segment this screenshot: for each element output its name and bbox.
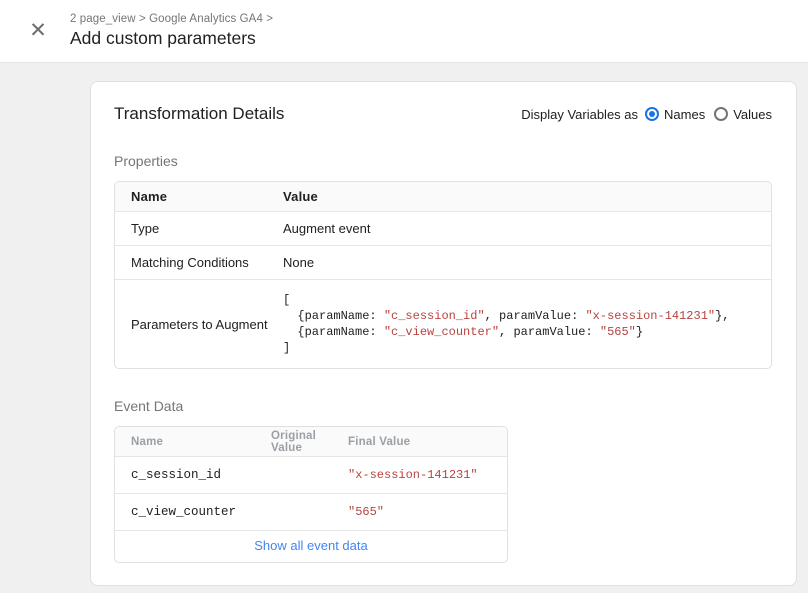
property-name: Parameters to Augment [115, 317, 283, 332]
table-row: c_session_id "x-session-141231" [115, 456, 507, 493]
event-final-value: "565" [348, 505, 507, 519]
radio-values[interactable]: Values [714, 107, 772, 122]
event-param-name: c_session_id [115, 468, 271, 482]
event-param-name: c_view_counter [115, 505, 271, 519]
event-data-table: Name Original Value Final Value c_sessio… [114, 426, 508, 563]
event-final-value: "x-session-141231" [348, 468, 507, 482]
properties-table-header: Name Value [115, 182, 771, 211]
column-header-value: Value [283, 189, 771, 204]
properties-table: Name Value Type Augment event Matching C… [114, 181, 772, 369]
property-value: None [283, 255, 771, 270]
show-all-event-data-row: Show all event data [115, 530, 507, 562]
property-name: Matching Conditions [115, 255, 283, 270]
property-value: Augment event [283, 221, 771, 236]
page-title: Add custom parameters [70, 28, 273, 49]
display-variables-control: Display Variables as Names Values [521, 107, 772, 122]
dialog-header: ✕ 2 page_view > Google Analytics GA4 > A… [0, 0, 808, 63]
radio-button-icon [645, 107, 659, 121]
table-row: Parameters to Augment [ {paramName: "c_s… [115, 279, 771, 368]
event-data-table-header: Name Original Value Final Value [115, 427, 507, 456]
property-name: Type [115, 221, 283, 236]
radio-button-icon [714, 107, 728, 121]
column-header-original-value: Original Value [271, 430, 348, 454]
column-header-name: Name [115, 436, 271, 448]
properties-section-title: Properties [114, 153, 772, 169]
transformation-details-card: Transformation Details Display Variables… [90, 81, 797, 586]
table-row: Matching Conditions None [115, 245, 771, 279]
column-header-name: Name [115, 189, 283, 204]
close-icon[interactable]: ✕ [20, 13, 56, 49]
panel-title: Transformation Details [114, 104, 284, 124]
column-header-final-value: Final Value [348, 436, 507, 448]
parameters-code-block: [ {paramName: "c_session_id", paramValue… [283, 292, 771, 356]
dialog-body: Transformation Details Display Variables… [0, 81, 808, 586]
radio-names-label: Names [664, 107, 705, 122]
show-all-event-data-link[interactable]: Show all event data [254, 538, 367, 553]
event-data-section-title: Event Data [114, 398, 772, 414]
breadcrumb: 2 page_view > Google Analytics GA4 > [70, 13, 273, 25]
radio-values-label: Values [733, 107, 772, 122]
table-row: Type Augment event [115, 211, 771, 245]
display-variables-label: Display Variables as [521, 107, 638, 122]
table-row: c_view_counter "565" [115, 493, 507, 530]
radio-names[interactable]: Names [645, 107, 705, 122]
